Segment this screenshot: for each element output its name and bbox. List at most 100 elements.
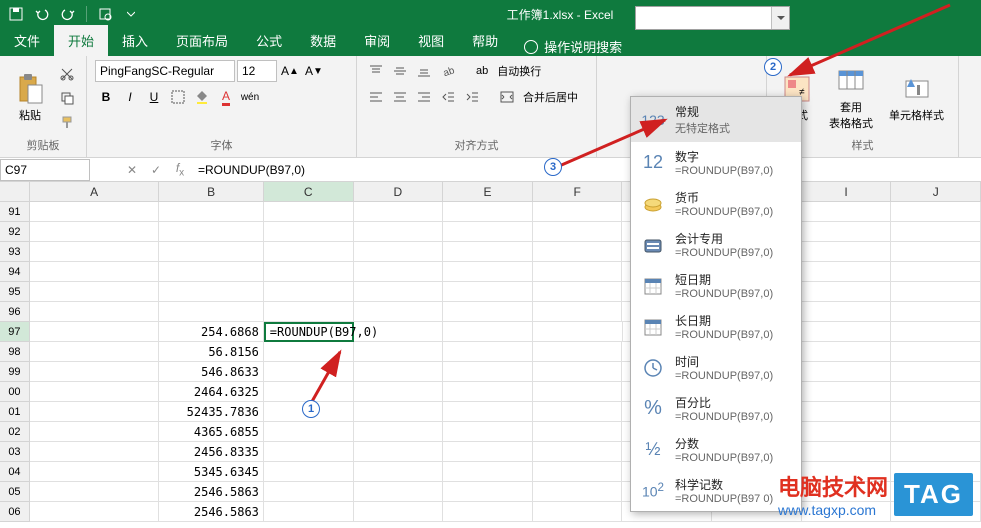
cell[interactable] bbox=[891, 462, 981, 482]
col-header-I[interactable]: I bbox=[802, 182, 892, 201]
cell[interactable] bbox=[264, 482, 354, 502]
col-header-F[interactable]: F bbox=[533, 182, 623, 201]
cell[interactable] bbox=[443, 502, 533, 522]
tab-formulas[interactable]: 公式 bbox=[242, 25, 296, 56]
row-header[interactable]: 97 bbox=[0, 322, 30, 342]
cell[interactable] bbox=[533, 442, 623, 462]
row-header[interactable]: 99 bbox=[0, 362, 30, 382]
row-header[interactable]: 04 bbox=[0, 462, 30, 482]
cell[interactable] bbox=[159, 202, 264, 222]
table-row[interactable]: 96 bbox=[0, 302, 981, 322]
font-size-select[interactable] bbox=[237, 60, 277, 82]
cell[interactable] bbox=[891, 382, 981, 402]
cell[interactable] bbox=[354, 502, 444, 522]
cell[interactable] bbox=[264, 382, 354, 402]
cell[interactable]: =ROUNDUP(B97,0) bbox=[264, 322, 354, 342]
tab-help[interactable]: 帮助 bbox=[458, 25, 512, 56]
name-box[interactable] bbox=[0, 159, 90, 181]
cell[interactable] bbox=[891, 322, 981, 342]
cell[interactable] bbox=[533, 422, 623, 442]
table-row[interactable]: 95 bbox=[0, 282, 981, 302]
cell[interactable] bbox=[30, 202, 159, 222]
cell[interactable] bbox=[30, 342, 159, 362]
row-header[interactable]: 95 bbox=[0, 282, 30, 302]
table-row[interactable]: 97 254.6868 =ROUNDUP(B97,0) bbox=[0, 322, 981, 342]
number-format-item[interactable]: 12 数字=ROUNDUP(B97,0) bbox=[631, 142, 801, 183]
cell[interactable] bbox=[802, 422, 892, 442]
cell[interactable] bbox=[30, 222, 159, 242]
cell[interactable] bbox=[354, 242, 444, 262]
cell[interactable] bbox=[802, 222, 892, 242]
cell[interactable] bbox=[443, 422, 533, 442]
cell[interactable] bbox=[354, 202, 444, 222]
tab-home[interactable]: 开始 bbox=[54, 25, 108, 56]
increase-indent-button[interactable] bbox=[461, 86, 483, 108]
decrease-indent-button[interactable] bbox=[437, 86, 459, 108]
table-row[interactable]: 00 2464.6325 bbox=[0, 382, 981, 402]
enter-formula-button[interactable]: ✓ bbox=[144, 163, 168, 177]
cell[interactable] bbox=[533, 202, 623, 222]
align-middle-button[interactable] bbox=[389, 60, 411, 82]
tab-review[interactable]: 审阅 bbox=[350, 25, 404, 56]
cell[interactable] bbox=[802, 242, 892, 262]
row-header[interactable]: 98 bbox=[0, 342, 30, 362]
cell[interactable] bbox=[533, 382, 623, 402]
cell[interactable] bbox=[264, 242, 354, 262]
cell[interactable] bbox=[533, 462, 623, 482]
cell[interactable] bbox=[443, 222, 533, 242]
font-color-button[interactable]: A bbox=[215, 86, 237, 108]
align-center-button[interactable] bbox=[389, 86, 411, 108]
number-format-item[interactable]: 123 常规无特定格式 bbox=[631, 97, 801, 142]
number-format-item[interactable]: 长日期=ROUNDUP(B97,0) bbox=[631, 306, 801, 347]
cell[interactable] bbox=[264, 442, 354, 462]
cell[interactable] bbox=[354, 442, 444, 462]
cell[interactable]: 2464.6325 bbox=[159, 382, 264, 402]
cell[interactable] bbox=[443, 242, 533, 262]
col-header-A[interactable]: A bbox=[30, 182, 159, 201]
table-row[interactable]: 99 546.8633 bbox=[0, 362, 981, 382]
cell[interactable] bbox=[891, 282, 981, 302]
tab-view[interactable]: 视图 bbox=[404, 25, 458, 56]
align-left-button[interactable] bbox=[365, 86, 387, 108]
align-bottom-button[interactable] bbox=[413, 60, 435, 82]
cell[interactable] bbox=[802, 202, 892, 222]
cell[interactable] bbox=[533, 262, 623, 282]
cell[interactable] bbox=[443, 202, 533, 222]
redo-button[interactable] bbox=[56, 2, 80, 26]
cut-button[interactable] bbox=[56, 63, 78, 85]
cell[interactable]: 5345.6345 bbox=[159, 462, 264, 482]
row-header[interactable]: 00 bbox=[0, 382, 30, 402]
cell[interactable] bbox=[802, 322, 892, 342]
cell[interactable] bbox=[533, 322, 623, 342]
fill-color-button[interactable] bbox=[191, 86, 213, 108]
tell-me[interactable]: 操作说明搜索 bbox=[512, 37, 634, 56]
tab-layout[interactable]: 页面布局 bbox=[162, 25, 242, 56]
formula-input[interactable]: =ROUNDUP(B97,0) bbox=[192, 163, 981, 177]
orientation-button[interactable]: ab bbox=[437, 60, 459, 82]
cell[interactable] bbox=[354, 262, 444, 282]
cell[interactable] bbox=[30, 402, 159, 422]
cancel-formula-button[interactable]: ✕ bbox=[120, 163, 144, 177]
cell[interactable] bbox=[30, 282, 159, 302]
tab-data[interactable]: 数据 bbox=[296, 25, 350, 56]
font-name-select[interactable] bbox=[95, 60, 235, 82]
cell[interactable] bbox=[159, 282, 264, 302]
increase-font-button[interactable]: A▲ bbox=[279, 60, 301, 82]
cell[interactable] bbox=[891, 202, 981, 222]
cell[interactable] bbox=[802, 462, 892, 482]
cell[interactable] bbox=[264, 202, 354, 222]
italic-button[interactable]: I bbox=[119, 86, 141, 108]
cell[interactable] bbox=[354, 362, 444, 382]
row-header[interactable]: 02 bbox=[0, 422, 30, 442]
cell[interactable] bbox=[443, 382, 533, 402]
cell[interactable] bbox=[891, 422, 981, 442]
cell[interactable] bbox=[802, 482, 892, 502]
number-format-menu[interactable]: 123 常规无特定格式12 数字=ROUNDUP(B97,0) 货币=ROUND… bbox=[630, 96, 802, 512]
col-header-D[interactable]: D bbox=[354, 182, 444, 201]
cell[interactable] bbox=[891, 442, 981, 462]
number-format-item[interactable]: 货币=ROUNDUP(B97,0) bbox=[631, 183, 801, 224]
cell[interactable] bbox=[30, 462, 159, 482]
cell[interactable] bbox=[443, 462, 533, 482]
cell[interactable] bbox=[30, 482, 159, 502]
cell[interactable] bbox=[30, 262, 159, 282]
